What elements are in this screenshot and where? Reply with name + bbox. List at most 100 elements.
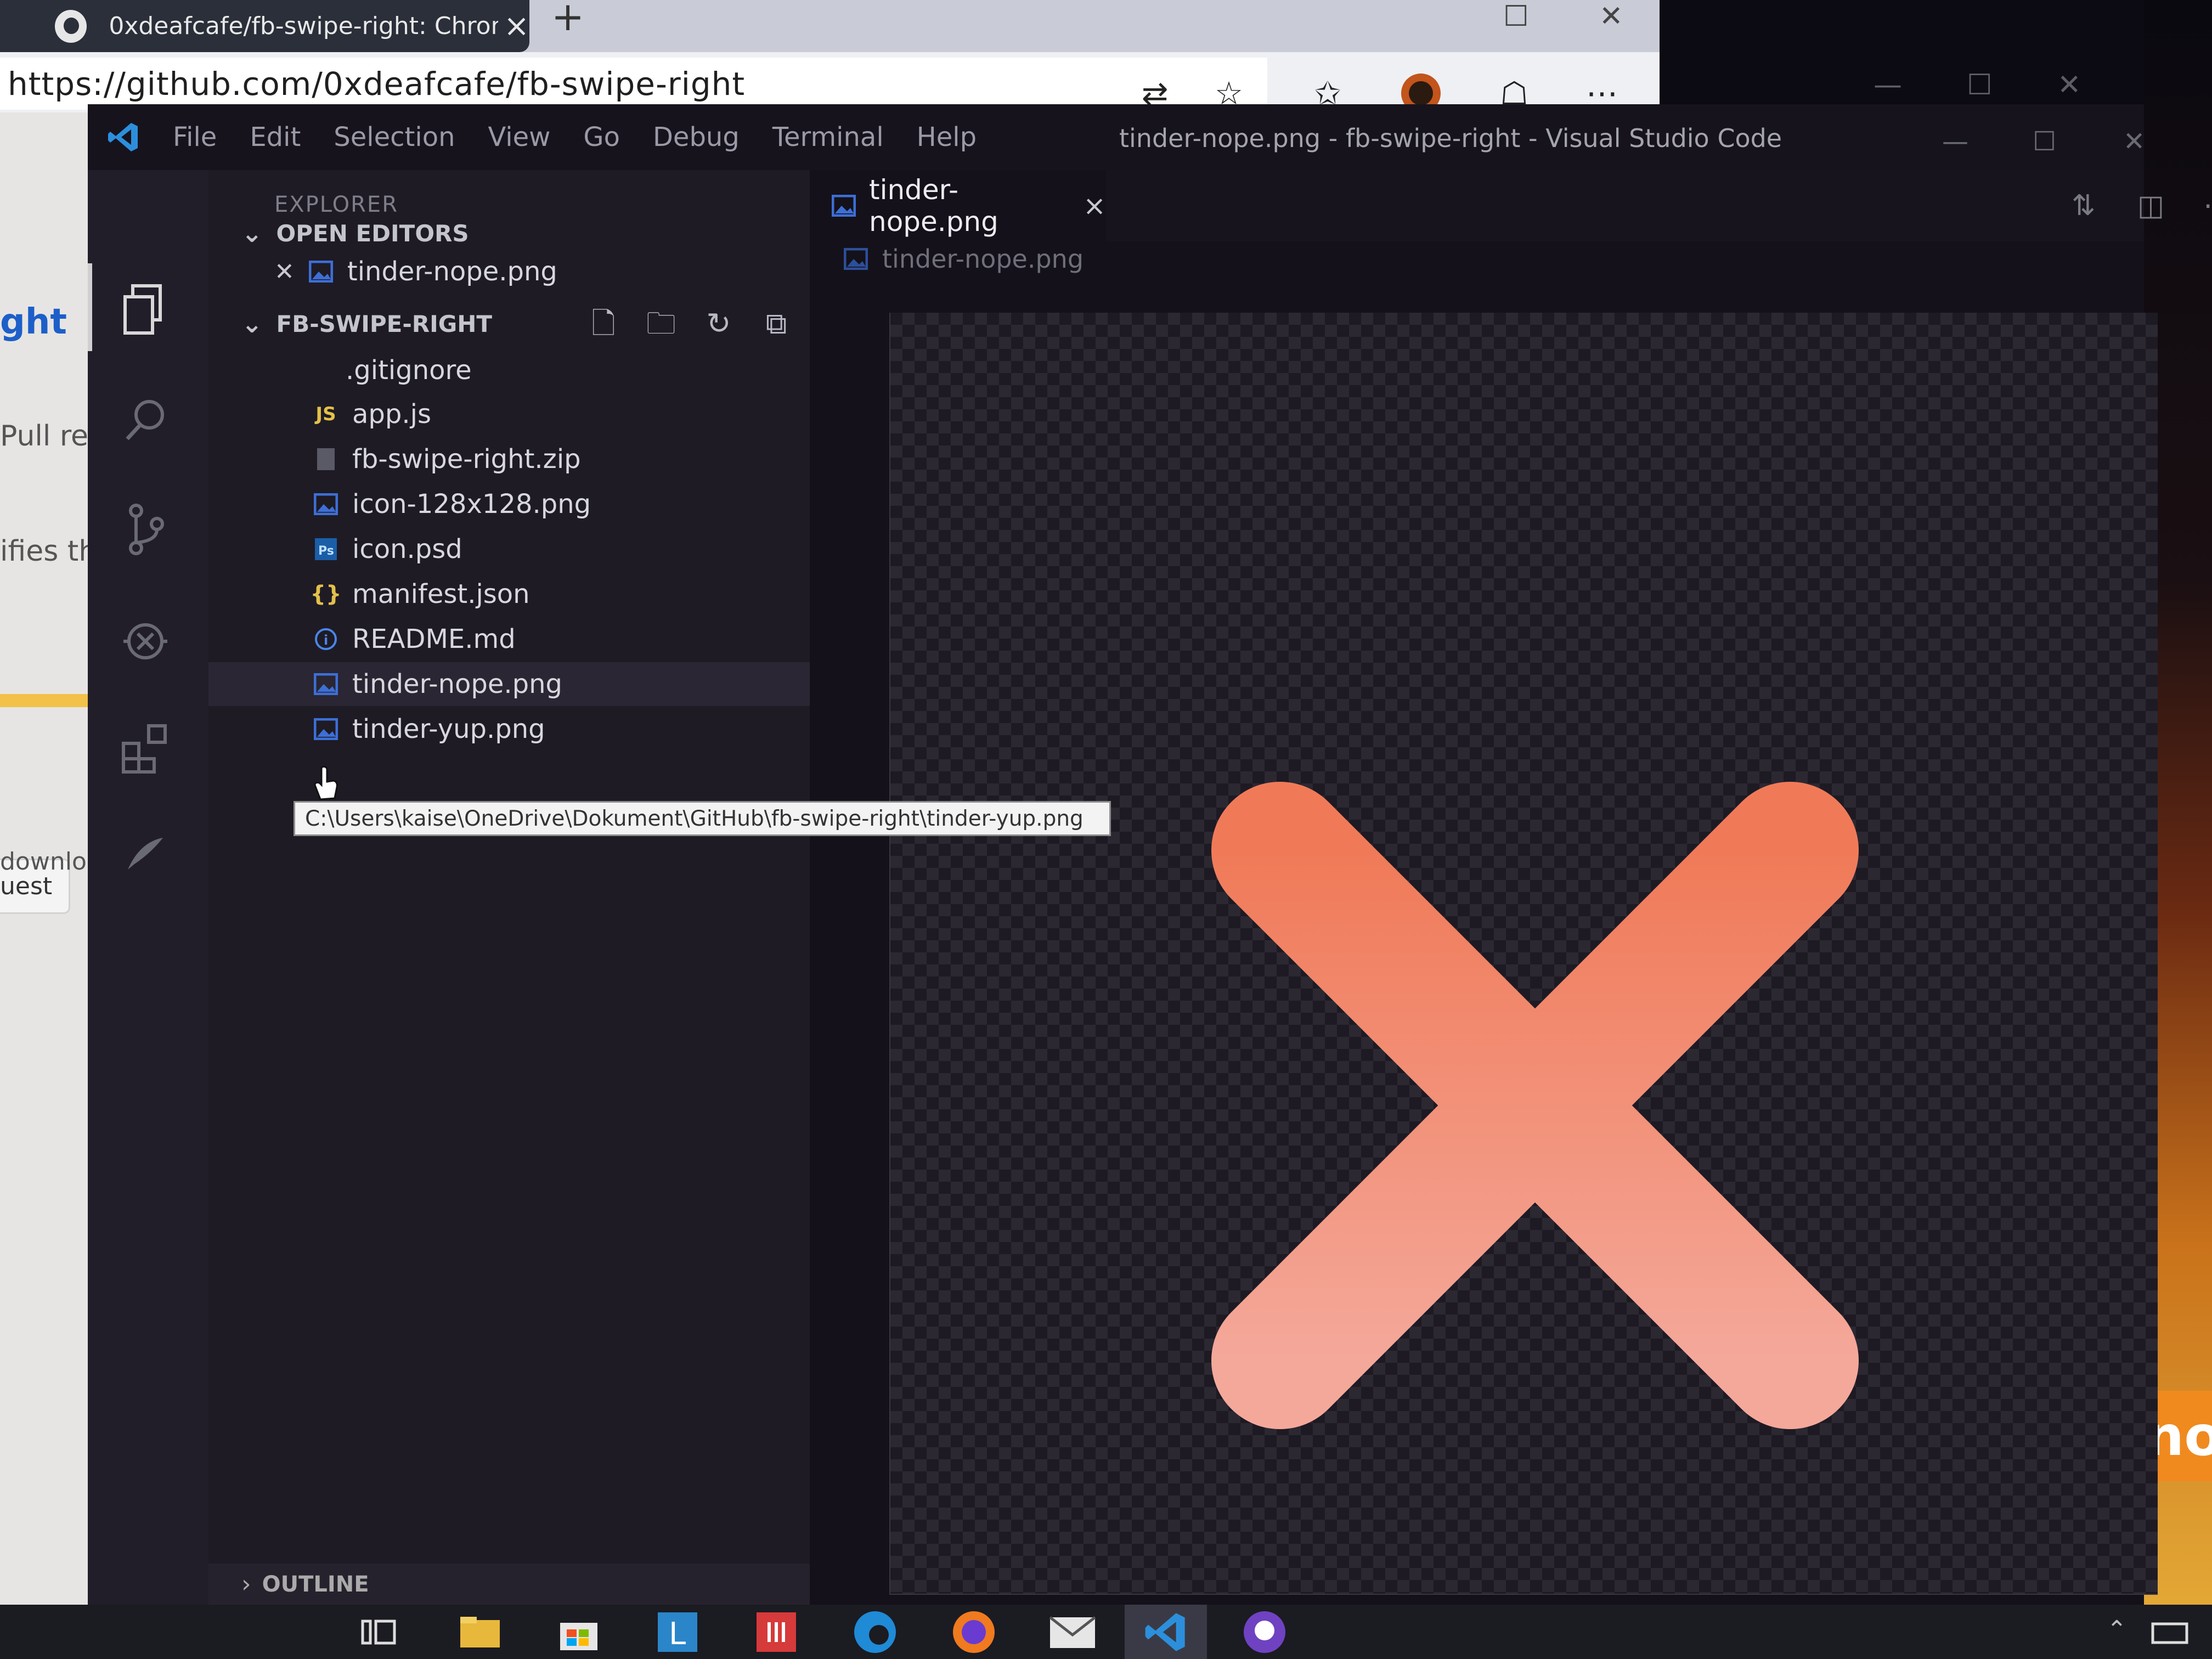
menu-help[interactable]: Help (917, 122, 977, 153)
chevron-down-icon: ⌄ (241, 309, 263, 338)
active-view-indicator (88, 263, 92, 351)
menu-view[interactable]: View (488, 122, 550, 153)
url-field[interactable]: https://github.com/0xdeafcafe/fb-swipe-r… (0, 58, 1267, 110)
open-editor-label: tinder-nope.png (347, 256, 557, 287)
vscode-logo-icon (108, 123, 138, 151)
file-label: manifest.json (352, 579, 530, 610)
explorer-sidebar: EXPLORER ⌄ OPEN EDITORS ✕ tinder-nope.pn… (208, 170, 810, 1605)
browser-tab-close-button[interactable]: × (504, 8, 529, 44)
feather-extension-icon[interactable] (115, 823, 176, 883)
file-row-readme[interactable]: i README.md (208, 617, 810, 661)
file-row-icon-png[interactable]: icon-128x128.png (208, 482, 810, 526)
file-row-manifest[interactable]: {} manifest.json (208, 572, 810, 616)
file-explorer-icon[interactable] (439, 1605, 521, 1659)
close-editor-icon[interactable]: ✕ (274, 258, 295, 286)
refresh-icon[interactable]: ↻ (702, 307, 735, 340)
vscode-icon[interactable] (1125, 1605, 1207, 1659)
url-text: https://github.com/0xdeafcafe/fb-swipe-r… (8, 65, 746, 103)
file-label: tinder-yup.png (352, 714, 545, 744)
json-icon: {} (310, 582, 342, 607)
menu-debug[interactable]: Debug (653, 122, 740, 153)
menu-edit[interactable]: Edit (250, 122, 301, 153)
browser-tab[interactable]: 0xdeafcafe/fb-swipe-right: Chrom × (0, 0, 529, 52)
menu-selection[interactable]: Selection (334, 122, 455, 153)
titlebar: File Edit Selection View Go Debug Termin… (88, 104, 2145, 170)
window-title: tinder-nope.png - fb-swipe-right - Visua… (1119, 123, 1782, 153)
activity-bar (88, 170, 208, 1643)
task-view-icon[interactable] (337, 1605, 420, 1659)
l-app-icon[interactable]: L (636, 1605, 719, 1659)
outer-minimize-icon[interactable]: — (1874, 69, 1902, 101)
file-row-psd[interactable]: Ps icon.psd (208, 527, 810, 571)
outline-section-header[interactable]: › OUTLINE (208, 1564, 810, 1605)
open-editor-item[interactable]: ✕ tinder-nope.png (208, 250, 810, 294)
collapse-all-icon[interactable]: ⧉ (760, 307, 793, 340)
outer-maximize-icon[interactable]: ☐ (1967, 69, 1993, 101)
page-highlight-bar (0, 694, 99, 707)
explorer-icon[interactable] (115, 280, 176, 340)
debug-icon[interactable] (115, 609, 176, 669)
breadcrumb: tinder-nope.png (843, 244, 1084, 274)
browser-close-icon[interactable]: ✕ (1599, 0, 1623, 33)
file-path-tooltip: C:\Users\kaise\OneDrive\Dokument\GitHub\… (294, 801, 1111, 836)
mail-icon[interactable] (1031, 1605, 1114, 1659)
search-icon[interactable] (115, 390, 176, 450)
file-row-app-js[interactable]: JS app.js (208, 392, 810, 436)
firefox-icon[interactable] (933, 1605, 1015, 1659)
file-label: icon.psd (352, 534, 462, 565)
new-folder-icon[interactable]: 🗀 (645, 307, 678, 340)
menu-bar: File Edit Selection View Go Debug Termin… (173, 104, 1009, 170)
menu-go[interactable]: Go (583, 122, 620, 153)
file-label: icon-128x128.png (352, 489, 591, 520)
maximize-icon[interactable]: ☐ (2033, 126, 2056, 157)
extensions-icon[interactable] (115, 719, 176, 779)
image-icon (313, 671, 339, 697)
red-app-icon[interactable] (735, 1605, 817, 1659)
file-label: README.md (352, 624, 516, 654)
image-icon (313, 491, 339, 517)
file-row-tinder-nope[interactable]: tinder-nope.png (208, 662, 810, 706)
github-desktop-icon[interactable] (1223, 1605, 1306, 1659)
repo-name-fragment[interactable]: ght (0, 302, 67, 342)
tab-tinder-nope[interactable]: tinder-nope.png × (810, 170, 1106, 241)
menu-file[interactable]: File (173, 122, 217, 153)
tab-close-button[interactable]: × (1083, 190, 1106, 222)
open-changes-icon[interactable]: ⇅ (2072, 189, 2096, 222)
tray-network-icon[interactable] (2140, 1605, 2200, 1659)
editor-area: tinder-nope.png × ⇅ ◫ ⋯ tinder-nope.png (810, 170, 2212, 1605)
tray-expand-icon[interactable]: ⌃ (2107, 1616, 2127, 1644)
outline-label: OUTLINE (262, 1571, 369, 1597)
image-icon (308, 258, 334, 285)
file-row-tinder-yup[interactable]: tinder-yup.png (208, 707, 810, 751)
more-actions-icon[interactable]: ⋯ (2203, 189, 2212, 222)
split-editor-icon[interactable]: ◫ (2137, 189, 2164, 222)
zip-icon (313, 446, 339, 472)
open-editors-label: OPEN EDITORS (276, 219, 469, 247)
info-icon: i (313, 626, 339, 652)
nope-x-image (1211, 782, 1859, 1429)
close-icon[interactable]: ✕ (2123, 126, 2145, 157)
minimize-icon[interactable]: — (1942, 126, 1968, 157)
outer-close-icon[interactable]: ✕ (2057, 69, 2081, 101)
edge-icon[interactable] (834, 1605, 916, 1659)
breadcrumb-item[interactable]: tinder-nope.png (882, 244, 1084, 274)
file-label: tinder-nope.png (352, 669, 562, 699)
new-file-icon[interactable]: 🗋 (587, 307, 620, 340)
menu-terminal[interactable]: Terminal (772, 122, 884, 153)
image-icon (832, 193, 856, 219)
browser-maximize-icon[interactable]: ☐ (1503, 0, 1529, 33)
new-tab-button[interactable]: + (549, 0, 587, 38)
file-label: fb-swipe-right.zip (352, 444, 581, 475)
store-icon[interactable] (538, 1605, 620, 1659)
js-icon: JS (315, 403, 336, 425)
file-row-gitignore[interactable]: .gitignore (208, 348, 810, 392)
vscode-window: File Edit Selection View Go Debug Termin… (88, 104, 2212, 1643)
image-icon (843, 246, 869, 272)
psd-icon: Ps (313, 536, 339, 562)
open-editors-header[interactable]: ⌄ OPEN EDITORS (208, 211, 810, 255)
chevron-down-icon: ⌄ (241, 218, 263, 248)
source-control-icon[interactable] (115, 499, 176, 560)
page-text-fragment: downloa (0, 848, 101, 876)
page-text-fragment: ifies th (0, 535, 97, 568)
file-row-zip[interactable]: fb-swipe-right.zip (208, 437, 810, 481)
